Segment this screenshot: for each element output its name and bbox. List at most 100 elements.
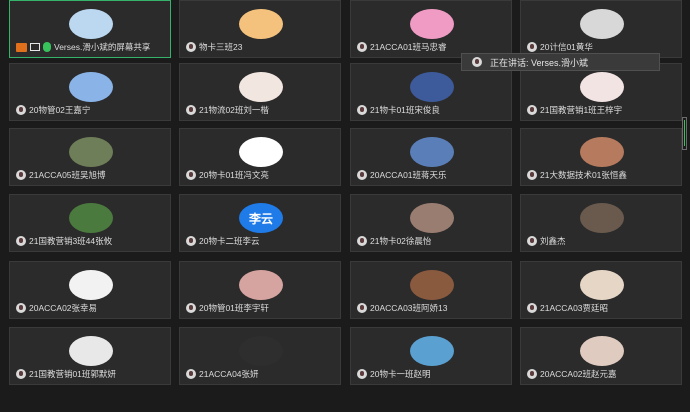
participant-tile[interactable]: 20计信01黄华 (520, 0, 682, 58)
mic-icon (357, 369, 367, 379)
participant-label: 20ACCA02张幸易 (16, 302, 97, 314)
participant-label: 21物流02班刘一楷 (186, 104, 269, 116)
participant-tile[interactable]: 21ACCA01班马忠睿 (350, 0, 512, 58)
participant-label: 20ACCA02班赵元嘉 (527, 368, 617, 380)
participant-tile[interactable]: 21大数据技术01张恒鑫 (520, 128, 682, 186)
participant-label: 物卡三班23 (186, 41, 242, 53)
participant-tile[interactable]: 21国教营销01班郭默妍 (9, 327, 171, 385)
avatar (410, 137, 454, 167)
avatar (410, 336, 454, 366)
participant-tile[interactable]: 20ACCA02张幸易 (9, 261, 171, 319)
participant-tile[interactable]: 20物卡一班赵明 (350, 327, 512, 385)
participant-name: 20ACCA03班阿娇13 (370, 303, 448, 313)
grid-scrollbar[interactable] (682, 117, 687, 150)
mic-icon (527, 105, 537, 115)
avatar (580, 72, 624, 102)
participant-tile[interactable]: Verses.滑小斌的屏幕共享 (9, 0, 171, 58)
participant-name: 21国教营销1班王梓宇 (540, 105, 623, 115)
participant-tile[interactable]: 21ACCA04张妍 (179, 327, 341, 385)
participant-name: 刘鑫杰 (540, 236, 566, 246)
participant-label: 21ACCA03贾廷昭 (527, 302, 608, 314)
speaking-popup: 正在讲话: Verses.滑小斌 (461, 53, 660, 71)
participant-tile[interactable]: 20ACCA01班蒋天乐 (350, 128, 512, 186)
screen-share-icon (30, 43, 40, 51)
mic-icon (16, 303, 26, 313)
participant-tile[interactable]: 21物卡01班宋俊良 (350, 63, 512, 121)
participant-label: 20物管01班李宇轩 (186, 302, 269, 314)
speaking-text: 正在讲话: Verses.滑小斌 (490, 57, 589, 68)
mic-icon (16, 236, 26, 246)
participant-tile[interactable]: 21物流02班刘一楷 (179, 63, 341, 121)
avatar (410, 203, 454, 233)
mic-icon (357, 303, 367, 313)
participant-name: 20ACCA02班赵元嘉 (540, 369, 617, 379)
participant-name: 21物流02班刘一楷 (199, 105, 269, 115)
mic-icon (186, 369, 196, 379)
participant-tile[interactable]: 刘鑫杰 (520, 194, 682, 252)
avatar (580, 203, 624, 233)
mic-icon (16, 369, 26, 379)
participant-name: 21国教营销3班44张攸 (29, 236, 113, 246)
participant-name: 21ACCA01班马忠睿 (370, 42, 447, 52)
mic-icon (186, 42, 196, 52)
participant-label: 20物卡一班赵明 (357, 368, 430, 380)
avatar (239, 270, 283, 300)
participant-name: 20计信01黄华 (540, 42, 593, 52)
avatar (69, 270, 113, 300)
participant-tile[interactable]: 21ACCA05班吴旭博 (9, 128, 171, 186)
participant-label: 20物管02王嘉宁 (16, 104, 90, 116)
mic-icon (16, 105, 26, 115)
mic-icon (186, 170, 196, 180)
participant-name: 20物卡二班李云 (199, 236, 260, 246)
participant-tile[interactable]: 20物卡01班冯文亮 (179, 128, 341, 186)
participant-name: 20ACCA02张幸易 (29, 303, 98, 313)
scroll-thumb[interactable] (684, 120, 685, 146)
mic-icon (357, 42, 367, 52)
participant-tile[interactable]: 20ACCA03班阿娇13 (350, 261, 512, 319)
participant-label: 刘鑫杰 (527, 235, 566, 247)
participant-label: 21物卡02徐晨怡 (357, 235, 431, 247)
participant-tile[interactable]: 20物管02王嘉宁 (9, 63, 171, 121)
mic-icon (186, 303, 196, 313)
mic-icon (527, 236, 537, 246)
mic-icon (16, 170, 26, 180)
mic-icon (186, 236, 196, 246)
avatar (580, 270, 624, 300)
participant-tile[interactable]: 李云 20物卡二班李云 (179, 194, 341, 252)
participant-tile[interactable]: 物卡三班23 (179, 0, 341, 58)
participant-tile[interactable]: 21国教营销1班王梓宇 (520, 63, 682, 121)
participant-tile[interactable]: 20物管01班李宇轩 (179, 261, 341, 319)
participant-tile[interactable]: 20ACCA02班赵元嘉 (520, 327, 682, 385)
participant-tile[interactable]: 21物卡02徐晨怡 (350, 194, 512, 252)
avatar (69, 336, 113, 366)
avatar (410, 270, 454, 300)
mic-icon (527, 303, 537, 313)
avatar (69, 9, 113, 39)
participant-label: 21国教营销1班王梓宇 (527, 104, 622, 116)
avatar (69, 137, 113, 167)
mic-icon (527, 369, 537, 379)
mic-icon (186, 105, 196, 115)
participant-tile[interactable]: 21国教营销3班44张攸 (9, 194, 171, 252)
avatar (239, 137, 283, 167)
avatar-small-icon (472, 57, 482, 67)
participant-label: 21大数据技术01张恒鑫 (527, 169, 627, 181)
participant-label: 20物卡01班冯文亮 (186, 169, 269, 181)
participant-name: 21大数据技术01张恒鑫 (540, 170, 627, 180)
participant-name: 21ACCA05班吴旭博 (29, 170, 106, 180)
participant-name: 20物管01班李宇轩 (199, 303, 269, 313)
avatar: 李云 (239, 203, 283, 233)
participant-label: 21国教营销3班44张攸 (16, 235, 112, 247)
participant-label: 20计信01黄华 (527, 41, 593, 53)
participant-label: 20ACCA01班蒋天乐 (357, 169, 447, 181)
participant-name: 21物卡02徐晨怡 (370, 236, 432, 246)
participant-label: 20ACCA03班阿娇13 (357, 302, 447, 314)
participant-name: Verses.滑小斌的屏幕共享 (54, 42, 151, 52)
avatar (580, 9, 624, 39)
avatar (69, 72, 113, 102)
avatar (239, 72, 283, 102)
participant-label: Verses.滑小斌的屏幕共享 (16, 41, 150, 53)
avatar (410, 72, 454, 102)
participant-name: 21ACCA03贾廷昭 (540, 303, 609, 313)
participant-tile[interactable]: 21ACCA03贾廷昭 (520, 261, 682, 319)
